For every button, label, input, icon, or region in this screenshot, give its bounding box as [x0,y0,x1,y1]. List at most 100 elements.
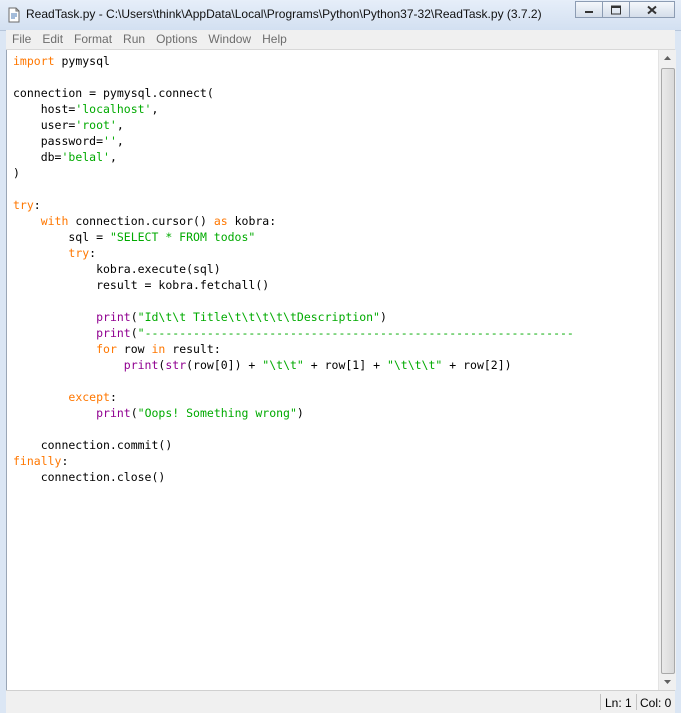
menu-edit[interactable]: Edit [36,30,68,46]
keyword-token: import [13,54,55,68]
code-line[interactable]: sql = "SELECT * FROM todos" [13,229,574,245]
keyword-token: as [213,214,228,228]
code-token: kobra: [227,214,277,228]
keyword-token: except [68,390,110,404]
minimize-icon [585,10,593,13]
code-line[interactable]: except: [13,389,574,405]
code-token: result = kobra.fetchall() [13,278,270,292]
code-line[interactable]: connection = pymysql.connect( [13,85,574,101]
code-token: : [33,198,41,212]
status-separator [600,694,601,710]
builtin-token: str [165,358,187,372]
code-line[interactable]: import pymysql [13,53,574,69]
code-line[interactable]: with connection.cursor() as kobra: [13,213,574,229]
code-line[interactable]: try: [13,245,574,261]
code-token: + row[1] + [303,358,387,372]
code-line[interactable]: password='', [13,133,574,149]
code-line[interactable]: print("Id\t\t Title\t\t\t\t\tDescription… [13,309,574,325]
code-token: kobra.execute(sql) [13,262,221,276]
keyword-token: finally [13,454,62,468]
status-separator [636,694,637,710]
code-token: : [109,390,117,404]
line-number: Ln: 1 [605,696,632,710]
code-line[interactable]: connection.commit() [13,437,574,453]
code-token: result: [165,342,221,356]
code-line[interactable] [13,421,574,437]
code-line[interactable]: db='belal', [13,149,574,165]
code-token: row [116,342,152,356]
scrollbar-thumb[interactable] [661,68,675,674]
code-line[interactable]: result = kobra.fetchall() [13,277,574,293]
code-line[interactable]: kobra.execute(sql) [13,261,574,277]
code-token: pymysql [54,54,110,68]
code-line[interactable]: print("---------------------------------… [13,325,574,341]
code-line[interactable]: finally: [13,453,574,469]
menu-options[interactable]: Options [150,30,202,46]
string-token: "\t\t" [262,358,304,372]
menu-window[interactable]: Window [202,30,256,46]
code-token: connection.close() [13,470,166,484]
scroll-up-arrow-icon[interactable] [659,50,676,66]
keyword-token: in [151,342,166,356]
string-token: "---------------------------------------… [137,326,574,340]
code-token: ) [379,310,387,324]
string-token: '' [103,134,117,148]
builtin-token: print [123,358,159,372]
menu-file[interactable]: File [6,30,36,46]
vertical-scrollbar[interactable] [658,50,676,690]
code-editor[interactable]: import pymysql connection = pymysql.conne… [6,50,659,690]
code-line[interactable] [13,373,574,389]
code-line[interactable]: connection.close() [13,469,574,485]
code-line[interactable]: try: [13,197,574,213]
code-line[interactable] [13,69,574,85]
code-line[interactable]: host='localhost', [13,101,574,117]
code-line[interactable]: print("Oops! Something wrong") [13,405,574,421]
code-line[interactable]: print(str(row[0]) + "\t\t" + row[1] + "\… [13,357,574,373]
code-token: user= [13,118,76,132]
string-token: 'localhost' [75,102,152,116]
code-token: connection.commit() [13,438,173,452]
code-token: db= [13,150,62,164]
code-line[interactable]: user='root', [13,117,574,133]
scroll-down-arrow-icon[interactable] [659,674,676,690]
code-token: ( [130,406,138,420]
code-line[interactable]: ) [13,165,574,181]
code-line[interactable]: for row in result: [13,341,574,357]
code-token: ) [13,166,20,180]
code-token: connection = pymysql.connect( [13,86,214,100]
code-text[interactable]: import pymysql connection = pymysql.conne… [13,53,574,485]
menu-format[interactable]: Format [68,30,117,46]
maximize-button[interactable] [602,1,630,18]
code-line[interactable] [13,293,574,309]
menu-help[interactable]: Help [256,30,292,46]
close-icon [647,5,657,14]
maximize-icon [611,5,621,14]
code-token: + row[2]) [442,358,512,372]
string-token: "Id\t\t Title\t\t\t\t\tDescription" [137,310,380,324]
minimize-button[interactable] [575,1,603,18]
string-token: "Oops! Something wrong" [137,406,297,420]
code-token: ( [130,326,138,340]
string-token: "SELECT * FROM todos" [109,230,256,244]
code-token: , [116,134,124,148]
code-token: : [61,454,69,468]
menu-bar: File Edit Format Run Options Window Help [6,30,675,50]
close-button[interactable] [629,1,675,18]
python-idle-file-icon [8,7,20,23]
code-token: (row[0]) + [186,358,263,372]
menu-run[interactable]: Run [117,30,150,46]
status-bar: Ln: 1 Col: 0 [6,690,675,713]
window-title: ReadTask.py - C:\Users\think\AppData\Loc… [26,7,542,21]
keyword-token: for [96,342,117,356]
builtin-token: print [96,310,131,324]
string-token: 'belal' [61,150,110,164]
code-line[interactable] [13,181,574,197]
code-token: sql = [13,230,110,244]
keyword-token: try [68,246,90,260]
